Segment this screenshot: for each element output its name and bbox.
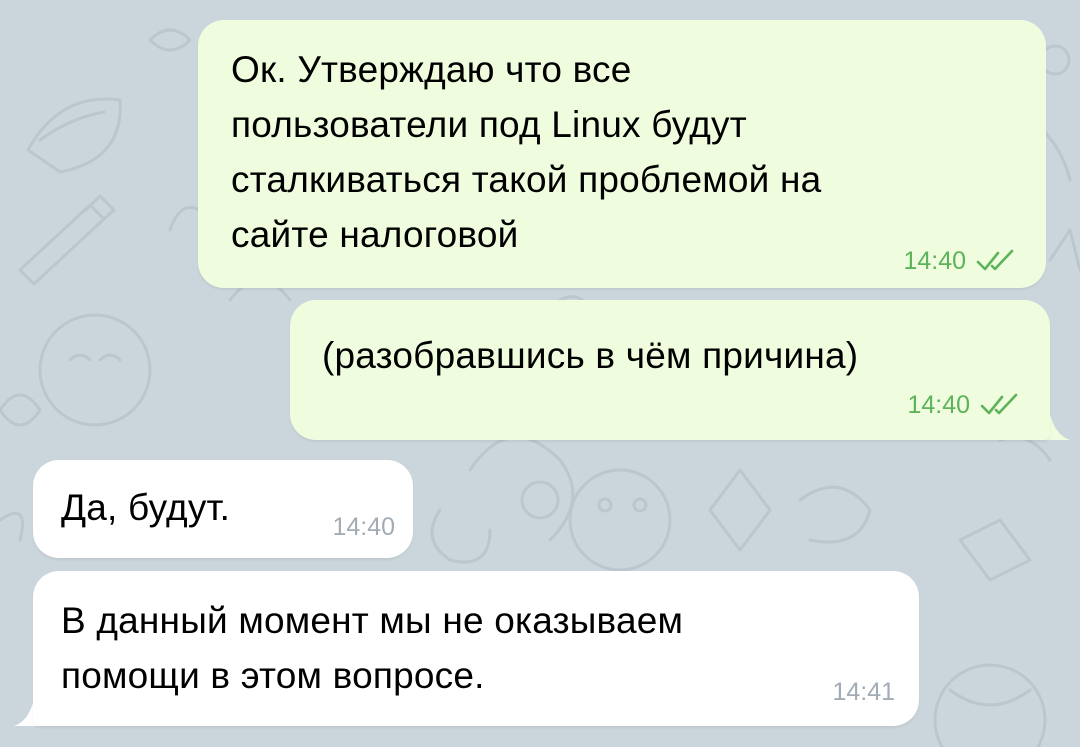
message-text-line: Ок. Утверждаю что все <box>231 49 632 90</box>
message-meta: 14:41 <box>832 677 895 707</box>
message-time: 14:40 <box>903 247 966 275</box>
outgoing-message-bubble[interactable]: Ок. Утверждаю что все пользователи под L… <box>198 20 1046 288</box>
message-text-line: сайте налоговой <box>231 214 519 255</box>
double-check-icon <box>980 393 1018 415</box>
message-time: 14:41 <box>832 678 895 706</box>
message-text-line: (разобравшись в чём причина) <box>322 335 859 376</box>
message-text-line: сталкиваться такой проблемой на <box>231 159 822 200</box>
message-meta: 14:40 <box>903 246 1016 276</box>
message-text-line: Да, будут. <box>61 487 231 528</box>
message-meta: 14:40 <box>332 512 395 542</box>
message-meta: 14:40 <box>907 390 1020 420</box>
incoming-message-bubble[interactable]: В данный момент мы не оказываем помощи в… <box>33 571 919 726</box>
message-text-line: В данный момент мы не оказываем <box>61 600 684 641</box>
message-text-line: помощи в этом вопросе. <box>61 655 485 696</box>
incoming-message-bubble[interactable]: Да, будут. 14:40 <box>33 460 413 558</box>
outgoing-message-bubble[interactable]: (разобравшись в чём причина) 14:40 <box>290 300 1050 440</box>
message-text-line: пользователи под Linux будут <box>231 104 747 145</box>
message-time: 14:40 <box>907 391 970 419</box>
message-time: 14:40 <box>332 513 395 541</box>
double-check-icon <box>976 249 1014 271</box>
